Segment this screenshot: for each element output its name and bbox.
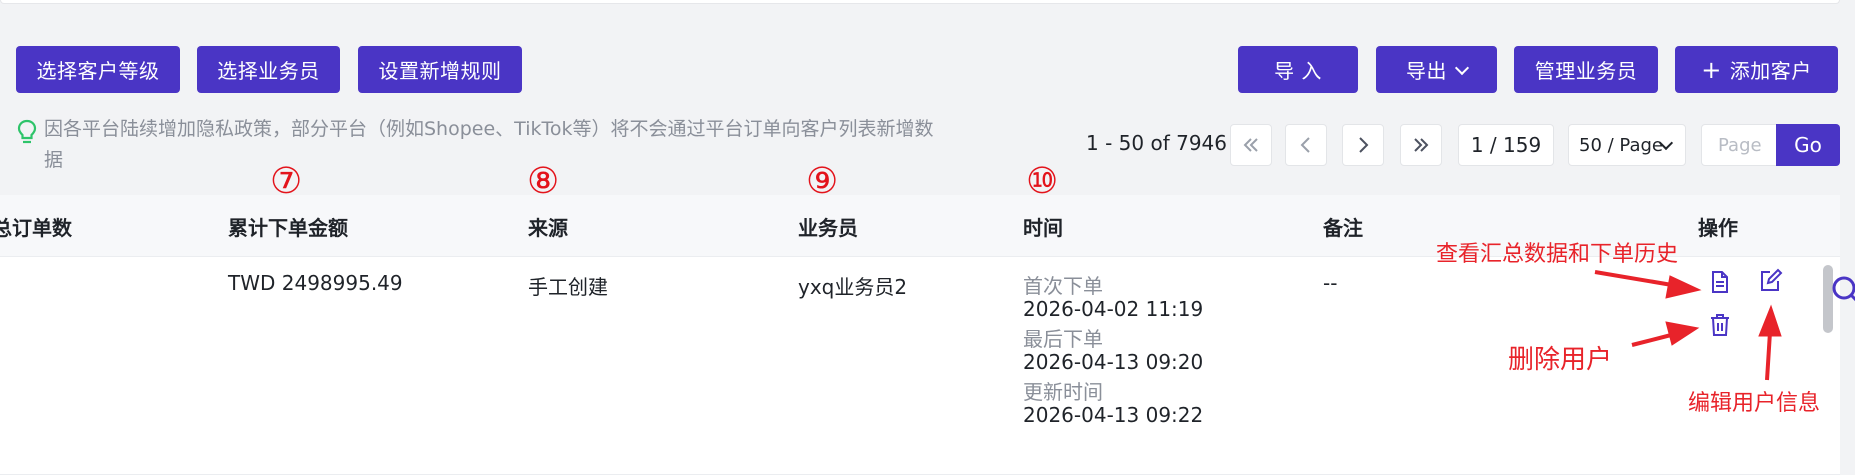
header-order-count: 总订单数 <box>0 216 72 240</box>
first-order-time: 2026-04-02 11:19 <box>1023 297 1204 321</box>
header-time: 时间 <box>1023 216 1063 240</box>
cell-amount: TWD 2498995.49 <box>228 271 403 295</box>
export-dropdown-button[interactable]: 导出 <box>1376 46 1497 93</box>
chevron-left-icon <box>1300 137 1310 153</box>
chevron-down-icon <box>1454 60 1470 75</box>
last-page-button[interactable] <box>1400 124 1442 166</box>
edit-user-button[interactable] <box>1757 268 1783 294</box>
updated-label: 更新时间 <box>1023 380 1103 404</box>
page-size-select[interactable]: 50 / Page <box>1568 124 1686 166</box>
annotation-view-summary: 查看汇总数据和下单历史 <box>1436 242 1679 267</box>
last-order-label: 最后下单 <box>1023 327 1103 351</box>
last-order-time: 2026-04-13 09:20 <box>1023 350 1204 374</box>
annotation-delete-user: 删除用户 <box>1508 345 1613 375</box>
privacy-tip: 因各平台陆续增加隐私政策，部分平台（例如Shopee、TikTok等）将不会通过… <box>16 114 944 176</box>
pagination-range: 1 - 50 of 7946 <box>1086 131 1227 155</box>
export-label: 导出 <box>1406 59 1447 83</box>
header-note: 备注 <box>1323 216 1363 240</box>
prev-page-button[interactable] <box>1285 124 1327 166</box>
add-customer-label: 添加客户 <box>1729 59 1812 83</box>
updated-time: 2026-04-13 09:22 <box>1023 403 1204 427</box>
cell-source: 手工创建 <box>528 275 608 299</box>
trash-icon <box>1711 314 1729 336</box>
chevron-right-icon <box>1359 137 1369 153</box>
lightbulb-icon <box>17 119 37 144</box>
view-details-button[interactable] <box>1707 269 1733 295</box>
double-chevron-right-icon <box>1414 138 1429 152</box>
select-salesperson-button[interactable]: 选择业务员 <box>197 46 340 93</box>
cell-salesperson: yxq业务员2 <box>798 275 908 299</box>
header-actions: 操作 <box>1698 216 1738 240</box>
search-icon[interactable] <box>1824 270 1855 310</box>
top-card-edge <box>0 0 1840 4</box>
header-source: 来源 <box>528 216 568 240</box>
header-amount: 累计下单金额 <box>228 216 348 240</box>
document-icon <box>1712 271 1728 293</box>
first-order-label: 首次下单 <box>1023 274 1103 298</box>
next-page-button[interactable] <box>1342 124 1384 166</box>
set-new-rule-button[interactable]: 设置新增规则 <box>358 46 522 93</box>
page-jump-input[interactable] <box>1701 124 1777 166</box>
plus-icon: + <box>1701 55 1722 84</box>
delete-user-button[interactable] <box>1707 312 1733 338</box>
manage-salesperson-button[interactable]: 管理业务员 <box>1514 46 1658 93</box>
go-button[interactable]: Go <box>1776 124 1840 166</box>
import-button[interactable]: 导 入 <box>1238 46 1358 93</box>
add-customer-button[interactable]: + 添加客户 <box>1675 46 1838 93</box>
first-page-button[interactable] <box>1230 124 1272 166</box>
cell-note: -- <box>1323 271 1338 295</box>
page-size-value: 50 / Page <box>1579 134 1663 156</box>
annotation-edit-user: 编辑用户信息 <box>1688 391 1821 416</box>
select-customer-level-button[interactable]: 选择客户等级 <box>16 46 180 93</box>
edit-icon <box>1761 268 1783 291</box>
double-chevron-left-icon <box>1243 138 1258 152</box>
header-salesperson: 业务员 <box>798 216 858 240</box>
current-page-indicator: 1 / 159 <box>1458 124 1554 166</box>
